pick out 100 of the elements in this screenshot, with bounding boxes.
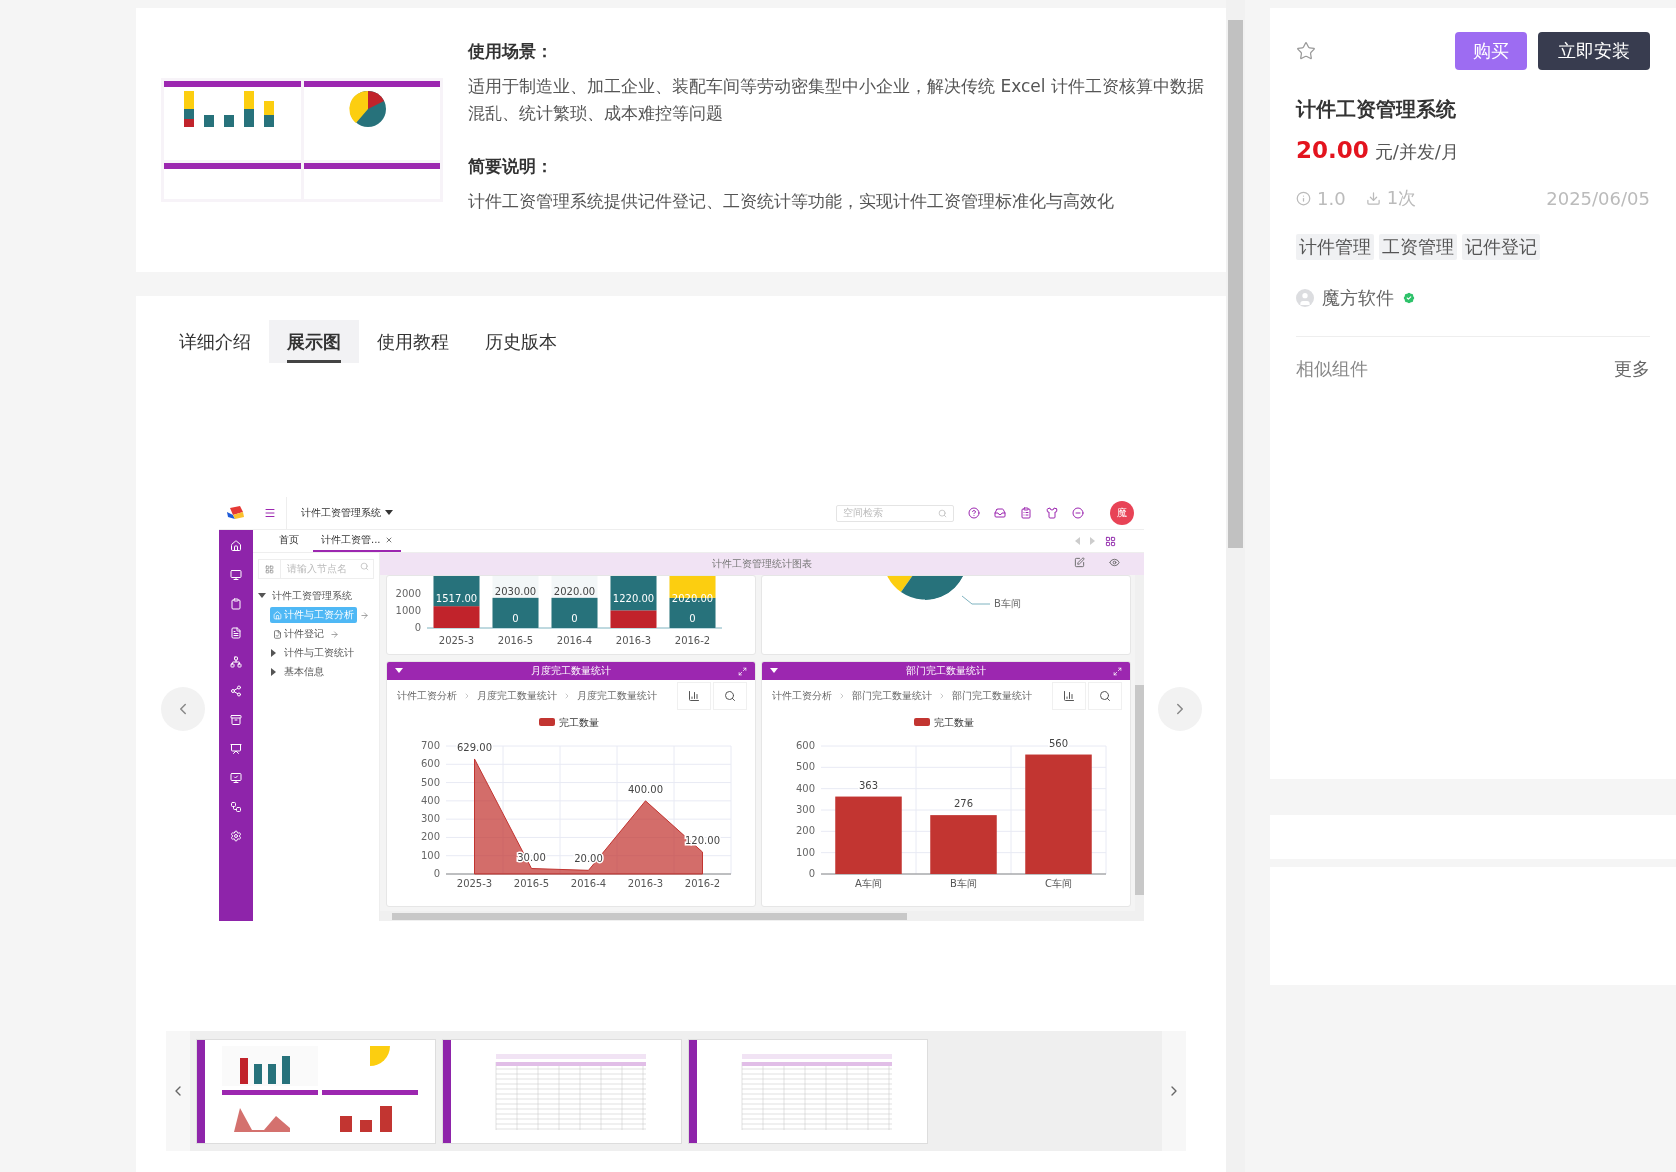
axis-label: 2016-4 — [570, 878, 607, 889]
bar-value-label: 0 — [689, 613, 696, 624]
minus-circle-icon[interactable] — [1072, 507, 1084, 519]
settings-icon[interactable] — [230, 830, 242, 842]
data-label: 560 — [1048, 737, 1069, 749]
axis-label: 700 — [420, 740, 440, 751]
axis-label: 400 — [795, 782, 815, 794]
inbox-icon[interactable] — [994, 507, 1006, 519]
section-text: 计件工资管理系统提供记件登记、工资统计等功能，实现计件工资管理标准化与高效化 — [468, 190, 1115, 213]
buy-button[interactable]: 购买 — [1455, 32, 1527, 70]
search-icon — [1099, 690, 1111, 702]
legend-label: 完工数量 — [559, 717, 599, 728]
axis-label: B车间 — [950, 878, 977, 889]
info-icon — [1296, 190, 1311, 206]
chart-type-button[interactable] — [677, 682, 711, 710]
breadcrumb-item[interactable]: 部门完工数量统计 — [852, 689, 932, 703]
card-title: 月度完工数量统计 — [530, 664, 611, 678]
breadcrumb-item[interactable]: 计件工资分析 — [397, 689, 457, 703]
section-title: 相似组件 — [1296, 357, 1368, 381]
expand-icon[interactable] — [1113, 666, 1122, 676]
share-icon[interactable] — [230, 685, 242, 697]
home-icon[interactable] — [230, 540, 242, 552]
tree-item[interactable]: 基本信息 — [281, 664, 327, 680]
axis-label: 2025-3 — [438, 635, 475, 646]
grid-icon — [265, 564, 274, 574]
help-icon[interactable] — [968, 507, 980, 519]
network-icon[interactable] — [230, 656, 242, 668]
download-icon — [1365, 190, 1381, 206]
card-title: 部门完工数量统计 — [905, 664, 986, 678]
chevron-icon — [563, 692, 571, 700]
axis-label: 400 — [420, 794, 440, 806]
tree-item[interactable]: 计件登记 — [270, 626, 327, 642]
tree-item[interactable]: 计件与工资统计 — [281, 645, 357, 661]
shirt-icon[interactable] — [1046, 507, 1058, 519]
monitor-check-icon[interactable] — [230, 772, 242, 784]
axis-label: 2025-3 — [456, 878, 493, 889]
tree-item[interactable]: 计件工资管理系统 — [269, 588, 355, 604]
axis-label: 300 — [420, 813, 440, 825]
axis-label: 2016-3 — [627, 878, 664, 889]
tab[interactable]: 详细介绍 — [161, 320, 269, 363]
panel-title: 计件工资管理统计图表 — [712, 557, 812, 571]
product-title: 计件工资管理系统 — [1296, 96, 1457, 123]
tab[interactable]: 历史版本 — [467, 320, 575, 363]
search-button[interactable] — [1088, 682, 1122, 710]
search-button[interactable] — [713, 682, 747, 710]
table-thumbnail-drawing[interactable] — [442, 1039, 682, 1144]
axis-label: 2016-2 — [674, 635, 711, 646]
section-text: 适用于制造业、加工企业、装配车间等劳动密集型中小企业，解决传统 Excel 计件工资核算中数据混乱、统计繁琐、成本难控等问题 — [468, 75, 1205, 125]
breadcrumb-item[interactable]: 月度完工数量统计 — [477, 689, 557, 703]
table-thumbnail-drawing[interactable] — [688, 1039, 928, 1144]
grid-icon[interactable] — [1105, 535, 1116, 547]
axis-label: 2016-3 — [615, 635, 652, 646]
bar-value-label: 1220.00 — [612, 593, 655, 604]
document-icon[interactable] — [230, 627, 242, 639]
workflow-icon[interactable] — [230, 801, 242, 813]
data-label: 276 — [953, 798, 974, 810]
price: 20.00 — [1296, 137, 1369, 163]
legend-label: 完工数量 — [934, 717, 974, 728]
bar-value-label: 2030.00 — [494, 585, 537, 597]
eye-icon[interactable] — [1109, 557, 1120, 568]
search-icon — [724, 690, 736, 702]
axis-label: C车间 — [1045, 878, 1072, 889]
user-avatar[interactable]: 魔 — [1110, 501, 1134, 525]
edit-icon[interactable] — [1074, 557, 1085, 568]
expand-icon[interactable] — [738, 666, 747, 676]
section-heading: 使用场景： — [468, 40, 554, 63]
close-icon — [384, 536, 393, 544]
chevron-icon — [938, 692, 946, 700]
bar-chart-icon — [688, 690, 700, 702]
tab[interactable]: 展示图 — [269, 320, 359, 363]
axis-label: 2016-2 — [684, 878, 721, 889]
left-caret-icon — [1073, 537, 1081, 545]
data-label: 400.00 — [628, 783, 663, 795]
tab[interactable]: 使用教程 — [359, 320, 467, 363]
author-name[interactable]: 魔方软件 — [1322, 286, 1394, 310]
bar — [930, 815, 997, 874]
breadcrumb-item[interactable]: 计件工资分析 — [772, 689, 832, 703]
menu-icon[interactable] — [263, 507, 276, 519]
chevron-icon — [838, 692, 846, 700]
chart-type-button[interactable] — [1052, 682, 1086, 710]
axis-label: 200 — [795, 825, 815, 837]
axis-label: 0 — [433, 868, 440, 879]
home-icon — [273, 610, 282, 620]
tab[interactable]: 首页 — [271, 530, 307, 552]
more-link[interactable]: 更多 — [1614, 357, 1650, 381]
arrow-icon — [360, 610, 369, 620]
axis-label: 0 — [414, 622, 421, 633]
app-title[interactable]: 计件工资管理系统 — [301, 506, 381, 520]
breadcrumb-item[interactable]: 部门完工数量统计 — [952, 689, 1032, 703]
archive-icon[interactable] — [230, 714, 242, 726]
pie-label: B车间 — [994, 598, 1021, 609]
caret-icon — [770, 667, 778, 675]
install-button[interactable]: 立即安装 — [1538, 32, 1650, 70]
breadcrumb-item[interactable]: 月度完工数量统计 — [577, 689, 657, 703]
monitor-icon[interactable] — [230, 569, 242, 581]
tag: 工资管理 — [1379, 234, 1457, 260]
star-icon[interactable] — [1296, 41, 1316, 61]
clipboard-icon[interactable] — [1020, 507, 1032, 519]
dashboard-thumbnail-drawing[interactable] — [196, 1039, 436, 1144]
presentation-icon[interactable] — [230, 743, 242, 755]
